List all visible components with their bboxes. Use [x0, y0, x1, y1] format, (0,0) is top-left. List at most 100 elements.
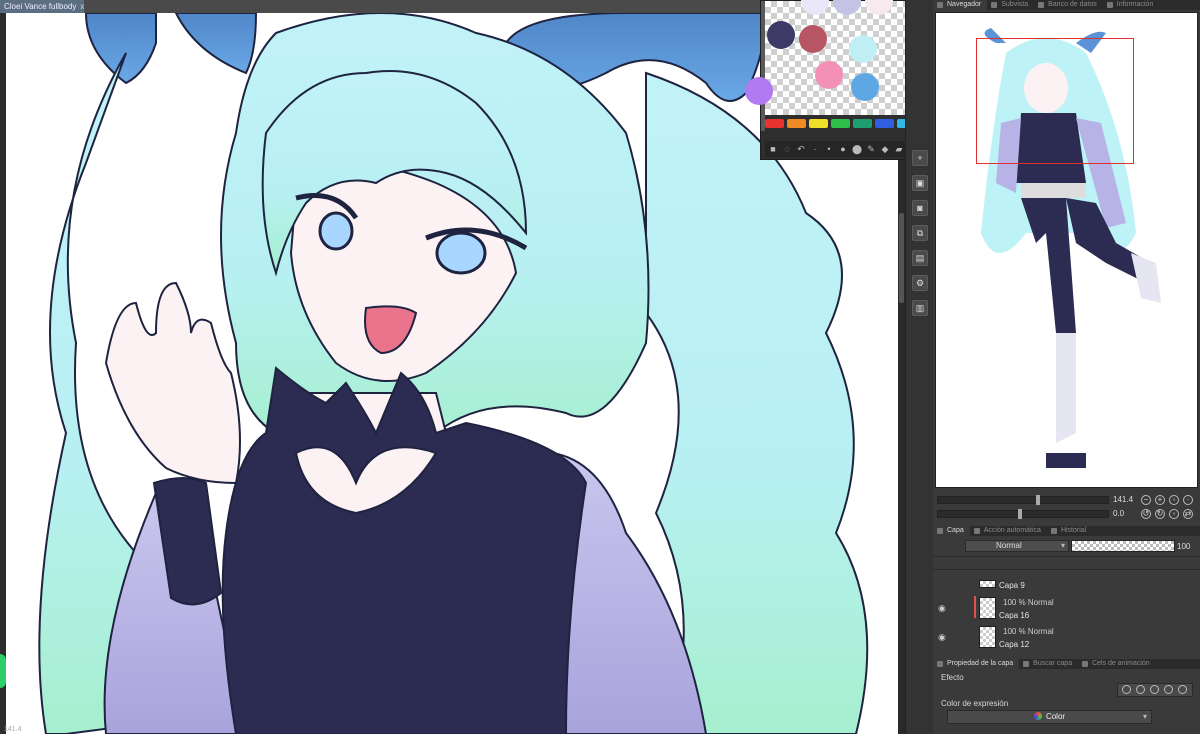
panel-icon[interactable]: ▥ — [912, 300, 928, 316]
tab-subview[interactable]: Subvista — [987, 0, 1034, 10]
layer-row[interactable]: ◉ 100 % Normal Capa 16 — [933, 594, 1200, 622]
copy-icon[interactable]: ⧉ — [912, 225, 928, 241]
rotation-slider[interactable] — [937, 509, 1109, 519]
colorbar-swatch[interactable] — [831, 119, 850, 128]
tab-info[interactable]: Información — [1103, 0, 1160, 10]
layer-property-panel: Propiedad de la capa Buscar capa Cels de… — [933, 657, 1200, 734]
tab-auto-action[interactable]: Acción automática — [970, 526, 1047, 536]
color-swatch[interactable] — [801, 0, 829, 15]
hand — [104, 281, 241, 485]
color-swatch[interactable] — [851, 73, 879, 101]
color-swatch[interactable] — [767, 21, 795, 49]
more-effects-icon[interactable] — [1178, 685, 1187, 694]
left-eye — [318, 211, 354, 251]
scrollbar-thumb[interactable] — [899, 213, 904, 303]
lasso-icon[interactable]: ◌ — [782, 144, 792, 154]
tab-search-layer[interactable]: Buscar capa — [1019, 659, 1078, 669]
layer-thumbnail — [979, 580, 996, 588]
eye-icon[interactable]: ◉ — [938, 632, 946, 643]
navigator-preview[interactable] — [935, 12, 1198, 488]
tone-effect-icon[interactable] — [1150, 685, 1159, 694]
tab-history[interactable]: Historial — [1047, 526, 1092, 536]
layer-mode: 100 % Normal — [1003, 598, 1054, 607]
camera-icon[interactable]: ◙ — [912, 200, 928, 216]
flip-icon[interactable]: ⇄ — [1183, 509, 1193, 519]
color-swatch[interactable] — [849, 35, 877, 63]
status-bar: 141.4 — [0, 726, 200, 734]
navigator-controls: 141.4 − + ◦ · 0.0 ↺ ↻ ◦ ⇄ — [933, 490, 1200, 524]
colorbar-swatch[interactable] — [765, 119, 784, 128]
panel-tool-strip: + ▣ ◙ ⧉ ▤ ⚙ ▥ — [905, 0, 933, 734]
tab-layer[interactable]: Capa — [933, 526, 970, 536]
eraser-icon[interactable]: ▰ — [894, 144, 904, 154]
tab-layer-property[interactable]: Propiedad de la capa — [933, 659, 1020, 669]
fill-icon[interactable]: ◆ — [880, 144, 890, 154]
rotate-left-icon[interactable]: ↺ — [1141, 509, 1151, 519]
zoom-out-icon[interactable]: − — [1141, 495, 1151, 505]
layer-row[interactable]: Capa 9 — [933, 578, 1200, 594]
expression-color-value: Color — [1045, 712, 1066, 721]
rotate-right-icon[interactable]: ↻ — [1155, 509, 1165, 519]
tab-navigator[interactable]: Navegador — [933, 0, 988, 10]
watercolor-effect-icon[interactable] — [1136, 685, 1145, 694]
merge-icon[interactable]: ▤ — [912, 250, 928, 266]
expression-color-select[interactable]: Color — [947, 710, 1152, 724]
right-panels: Navegador Subvista Banco de datos Inform… — [933, 0, 1200, 734]
blend-mode-select[interactable]: Normal — [965, 540, 1069, 552]
reset-zoom-icon[interactable]: · — [1183, 495, 1193, 505]
document-tab-title: Cloei Vance fullbody — [4, 2, 77, 11]
tab-animation-cels[interactable]: Cels de animación — [1078, 659, 1156, 669]
expression-color-label: Color de expresión — [941, 699, 1009, 708]
pen-icon[interactable]: ✎ — [866, 144, 876, 154]
layer-name: Capa 12 — [999, 640, 1030, 649]
document-tab[interactable]: Cloei Vance fullbody x — [0, 0, 84, 13]
select-icon[interactable]: ■ — [768, 144, 778, 154]
colorbar-swatch[interactable] — [853, 119, 872, 128]
fit-icon[interactable]: ◦ — [1169, 495, 1179, 505]
colorbar-swatch[interactable] — [787, 119, 806, 128]
right-eye — [435, 231, 487, 275]
color-swatch[interactable] — [745, 77, 773, 105]
left-horn-2 — [174, 13, 258, 75]
layer-name: Capa 16 — [999, 611, 1030, 620]
undo-icon[interactable]: ↶ — [796, 144, 806, 154]
eye-icon[interactable]: ◉ — [938, 603, 946, 614]
settings-icon[interactable]: ⚙ — [912, 275, 928, 291]
brush-small-icon[interactable]: • — [824, 144, 834, 154]
new-layer-icon[interactable]: + — [912, 150, 928, 166]
tab-material[interactable]: Banco de datos — [1034, 0, 1103, 10]
dot-icon[interactable]: · — [810, 144, 820, 154]
reset-rotation-icon[interactable]: ◦ — [1169, 509, 1179, 519]
zoom-in-icon[interactable]: + — [1155, 495, 1165, 505]
layer-color-mark — [974, 596, 976, 618]
layer-thumbnail — [979, 626, 996, 648]
property-tabs: Propiedad de la capa Buscar capa Cels de… — [933, 659, 1200, 669]
zoom-slider-knob[interactable] — [1036, 495, 1040, 505]
opacity-value[interactable]: 100 — [1177, 542, 1190, 551]
border-effect-icon[interactable] — [1122, 685, 1131, 694]
color-swatch[interactable] — [865, 0, 893, 15]
color-swatch[interactable] — [799, 25, 827, 53]
colorbar-swatch[interactable] — [809, 119, 828, 128]
navigator-tabs: Navegador Subvista Banco de datos Inform… — [933, 0, 1200, 10]
layer-name: Capa 9 — [999, 581, 1025, 590]
effect-buttons — [1117, 683, 1193, 697]
navigator-view-frame[interactable] — [976, 38, 1134, 164]
colorbar-swatch[interactable] — [875, 119, 894, 128]
layer-row[interactable]: ◉ 100 % Normal Capa 12 — [933, 623, 1200, 651]
layer-panel: Capa Acción automática Historial Normal … — [933, 524, 1200, 654]
color-wheel-icon — [1033, 712, 1042, 720]
zoom-slider[interactable] — [937, 495, 1109, 505]
opacity-slider[interactable] — [1071, 540, 1175, 552]
status-zoom: 141.4 — [4, 726, 22, 733]
layer-add-icon[interactable]: ▣ — [912, 175, 928, 191]
layer-toolbar — [933, 556, 1200, 570]
brush-large-icon[interactable]: ⬤ — [852, 144, 862, 154]
rotation-slider-knob[interactable] — [1018, 509, 1022, 519]
close-icon[interactable]: x — [80, 2, 84, 11]
layer-color-effect-icon[interactable] — [1164, 685, 1173, 694]
brush-medium-icon[interactable]: ● — [838, 144, 848, 154]
color-swatch[interactable] — [833, 0, 861, 15]
clip-studio-window: Cloei Vance fullbody x 141.4 ■ ◌ ↶ · • ●… — [0, 0, 1200, 734]
color-swatch[interactable] — [815, 61, 843, 89]
